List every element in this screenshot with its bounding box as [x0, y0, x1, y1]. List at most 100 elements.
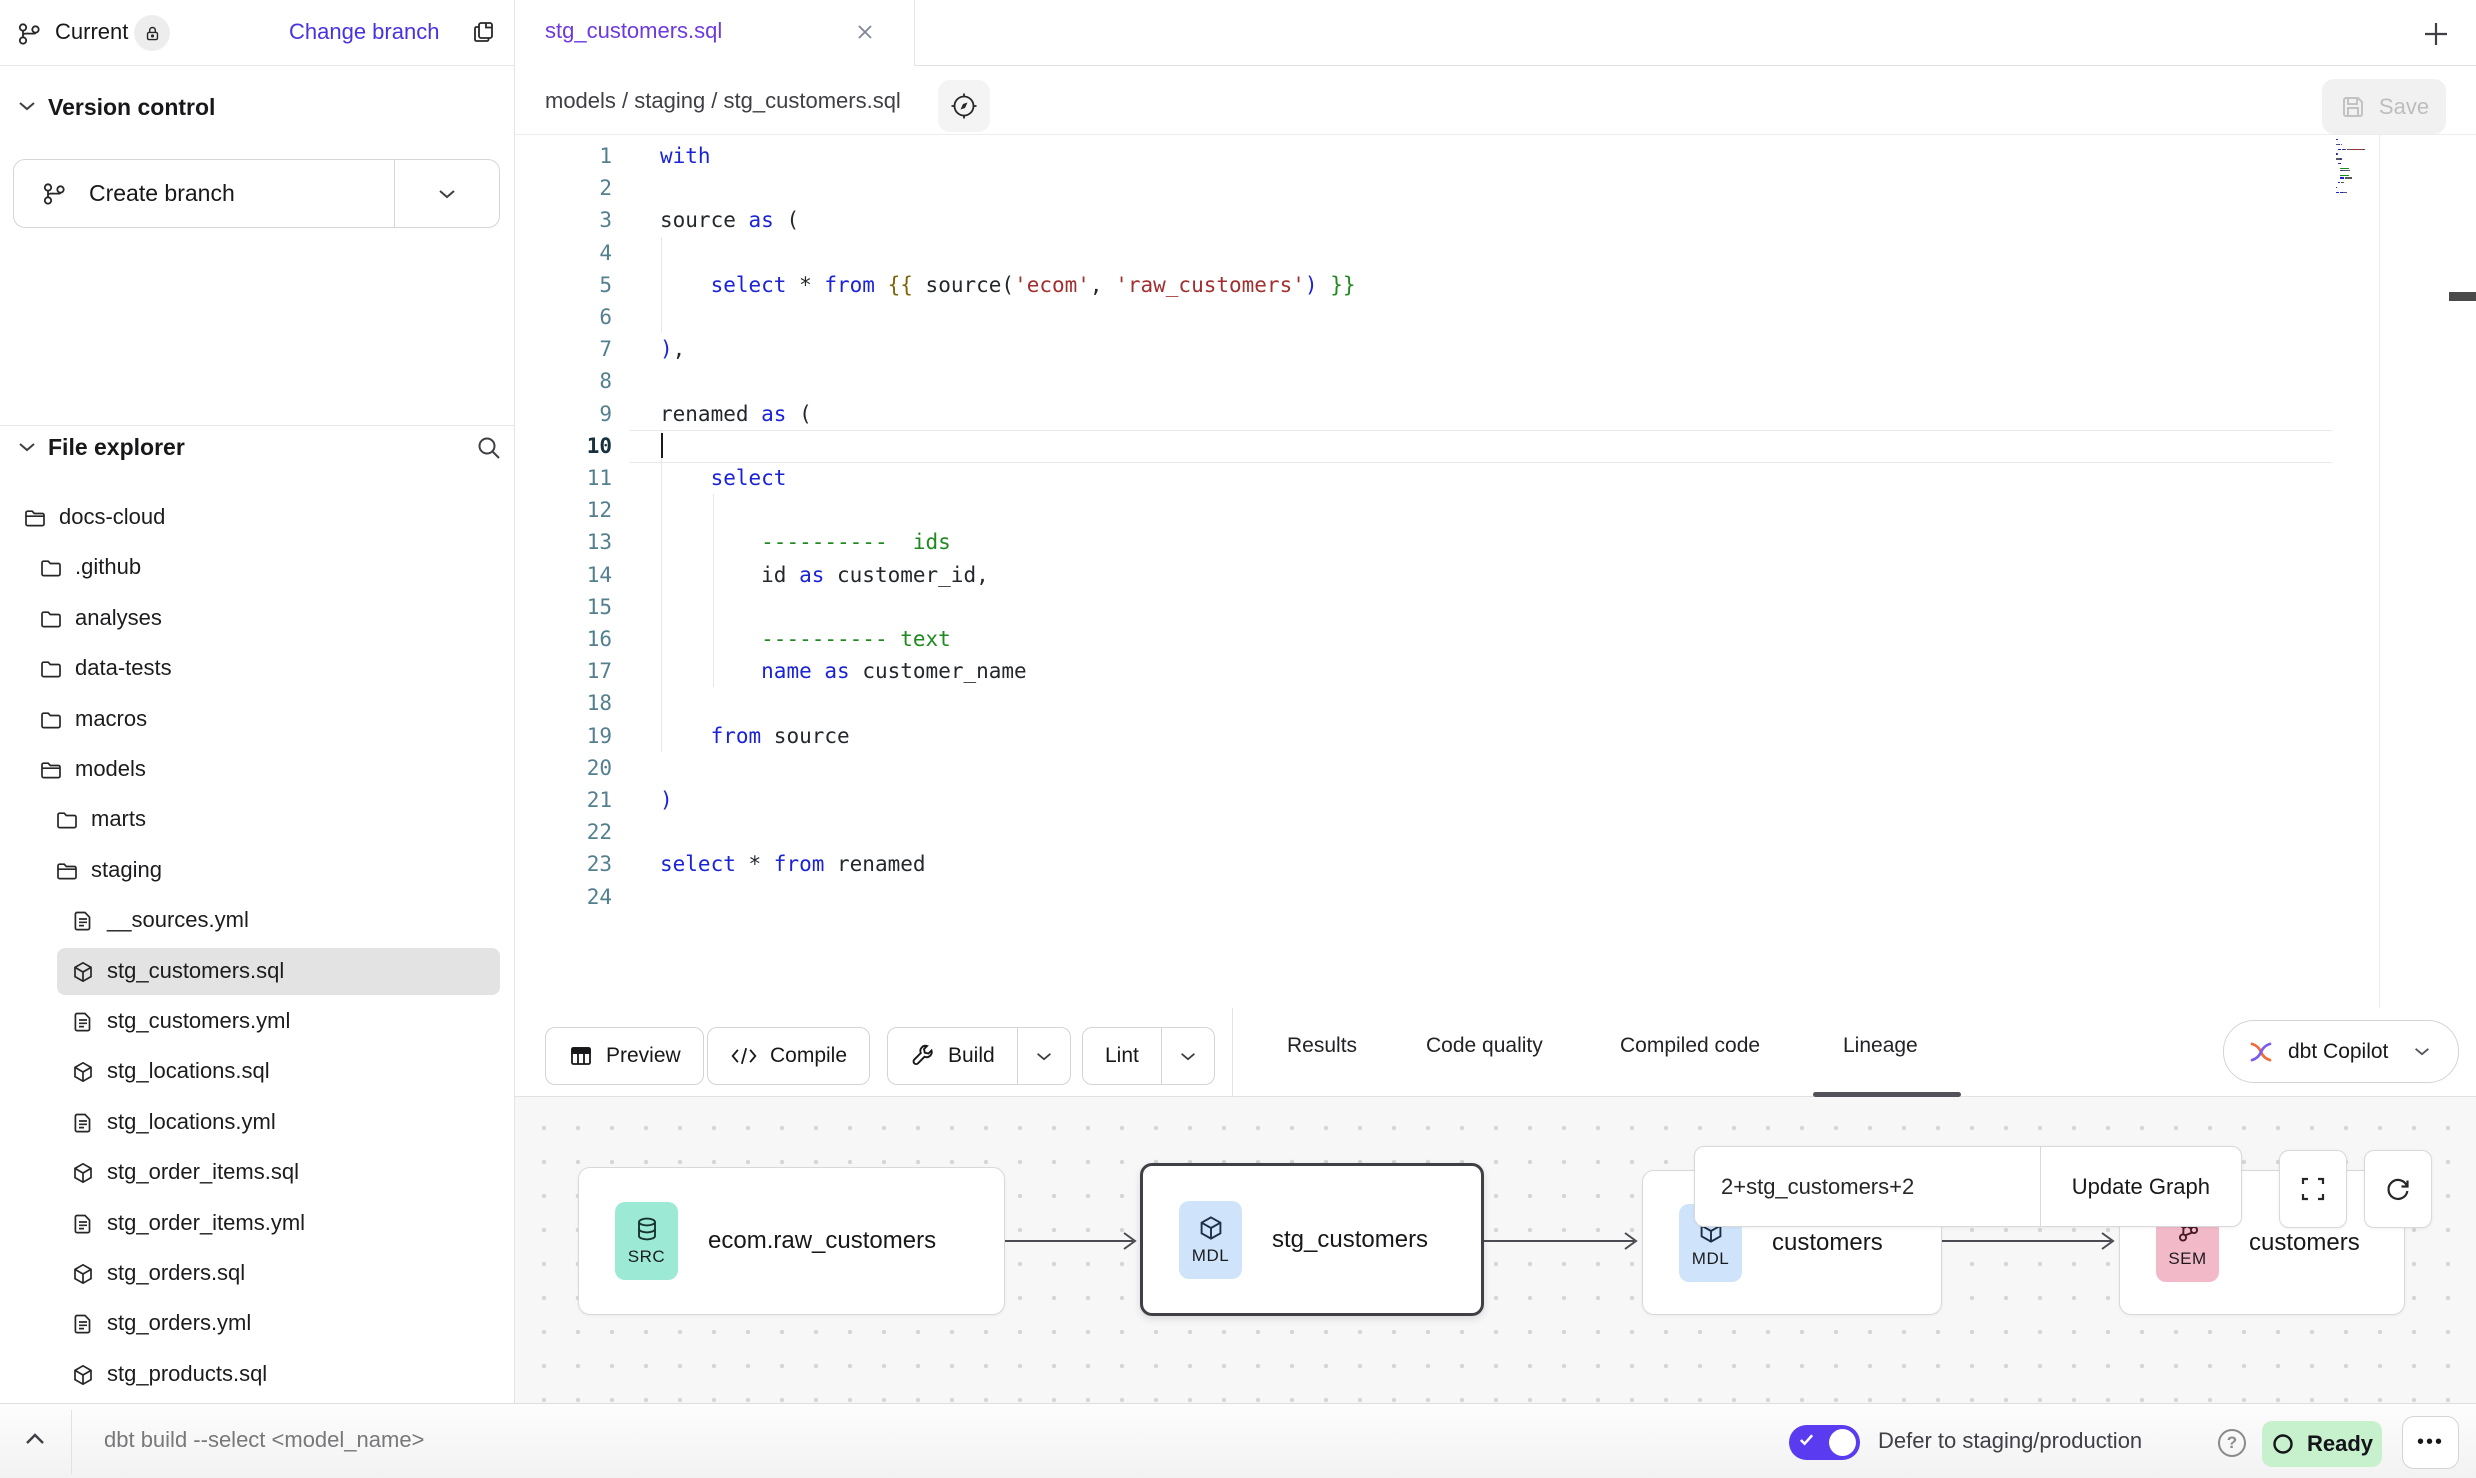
line-number: 12 [515, 494, 612, 526]
current-branch-label: Current [55, 19, 128, 45]
tree-item--github[interactable]: .github [0, 543, 515, 593]
scrollbar-thumb[interactable] [2449, 292, 2476, 301]
tab-stg-customers-sql[interactable]: stg_customers.sql [515, 0, 915, 66]
tree-item-marts[interactable]: marts [0, 795, 515, 845]
new-tab-plus-icon[interactable] [2420, 18, 2452, 50]
code-line[interactable]: with [660, 140, 711, 172]
refresh-icon [2383, 1174, 2413, 1204]
copy-icon[interactable] [470, 18, 498, 46]
tree-item-docs-cloud[interactable]: docs-cloud [0, 493, 515, 543]
line-number: 9 [515, 398, 612, 430]
file-explorer-chevron-icon[interactable] [16, 440, 38, 454]
lineage-canvas[interactable]: SRCecom.raw_customersMDLstg_customersMDL… [515, 1097, 2476, 1403]
chevron-up-icon[interactable] [22, 1430, 48, 1448]
close-icon[interactable] [855, 22, 875, 42]
code-line[interactable]: ), [660, 333, 685, 365]
tree-item-label: analyses [75, 605, 162, 631]
create-branch-button[interactable]: Create branch [13, 159, 500, 228]
tab-compiled-code[interactable]: Compiled code [1620, 1034, 1760, 1058]
code-line[interactable]: source as ( [660, 204, 799, 236]
create-branch-main[interactable]: Create branch [14, 160, 395, 227]
lint-dropdown[interactable] [1161, 1028, 1214, 1084]
tree-item-label: stg_products.sql [107, 1361, 267, 1387]
node-label: stg_customers [1272, 1226, 1428, 1254]
help-icon[interactable]: ? [2218, 1429, 2246, 1457]
code-line[interactable]: id as customer_id, [660, 559, 989, 591]
fullscreen-button[interactable] [2279, 1150, 2347, 1228]
command-input[interactable]: dbt build --select <model_name> [104, 1427, 424, 1453]
tree-item-staging[interactable]: staging [0, 846, 515, 896]
update-graph-button[interactable]: Update Graph [2040, 1147, 2241, 1226]
code-line[interactable]: select * from renamed [660, 848, 926, 880]
tab-results[interactable]: Results [1287, 1034, 1357, 1058]
dbt-ide-app: Current Change branch Version control [0, 0, 2476, 1478]
tree-item-stg-customers-sql[interactable]: stg_customers.sql [0, 947, 515, 997]
tree-item-macros[interactable]: macros [0, 695, 515, 745]
model-icon [71, 1363, 95, 1387]
save-button[interactable]: Save [2322, 79, 2446, 134]
version-control-chevron-icon[interactable] [16, 99, 38, 113]
tree-item-stg-orders-sql[interactable]: stg_orders.sql [0, 1249, 515, 1299]
lineage-selector-input[interactable] [1695, 1147, 2040, 1226]
active-line-border [630, 462, 2332, 463]
lineage-node-stg-customers[interactable]: MDLstg_customers [1140, 1163, 1484, 1316]
tab-lineage[interactable]: Lineage [1843, 1034, 1918, 1058]
status-circle-icon [2271, 1432, 2295, 1456]
build-dropdown[interactable] [1017, 1028, 1070, 1084]
code-line[interactable]: name as customer_name [660, 655, 1027, 687]
change-branch-link[interactable]: Change branch [289, 19, 439, 45]
badge-label: SRC [628, 1247, 665, 1267]
search-icon[interactable] [475, 434, 503, 462]
git-branch-icon [41, 181, 67, 207]
folder-icon [39, 607, 63, 631]
lineage-node-ecom-raw-customers[interactable]: SRCecom.raw_customers [578, 1167, 1005, 1315]
code-line[interactable]: select [660, 462, 786, 494]
code-line[interactable]: ---------- ids [660, 526, 951, 558]
preview-button[interactable]: Preview [545, 1027, 704, 1085]
explore-compass-button[interactable] [938, 80, 990, 132]
build-button[interactable]: Build [888, 1028, 1017, 1084]
code-line[interactable]: renamed as ( [660, 398, 812, 430]
folder-icon [39, 708, 63, 732]
tree-item-stg-order-items-sql[interactable]: stg_order_items.sql [0, 1148, 515, 1198]
tree-item-stg-orders-yml[interactable]: stg_orders.yml [0, 1299, 515, 1349]
ready-status-button[interactable]: Ready [2262, 1421, 2382, 1467]
folder-open-icon [23, 506, 47, 530]
code-line[interactable]: ) [660, 784, 673, 816]
minimap[interactable] [2336, 139, 2382, 196]
dbt-copilot-button[interactable]: dbt Copilot [2223, 1020, 2459, 1083]
code-line[interactable]: ---------- text [660, 623, 951, 655]
file-explorer-title: File explorer [48, 434, 185, 461]
tree-item-stg-locations-sql[interactable]: stg_locations.sql [0, 1047, 515, 1097]
tree-item-data-tests[interactable]: data-tests [0, 644, 515, 694]
tree-item-stg-order-items-yml[interactable]: stg_order_items.yml [0, 1199, 515, 1249]
dbt-copilot-icon [2248, 1039, 2274, 1065]
code-line[interactable]: select * from {{ source('ecom', 'raw_cus… [660, 269, 1355, 301]
build-label: Build [948, 1044, 995, 1068]
code-line[interactable]: from source [660, 720, 850, 752]
compile-label: Compile [770, 1044, 847, 1068]
tree-item--sources-yml[interactable]: __sources.yml [0, 896, 515, 946]
compile-button[interactable]: Compile [707, 1027, 870, 1085]
lint-button[interactable]: Lint [1083, 1028, 1161, 1084]
toolbar-divider [1232, 1008, 1233, 1097]
code-editor[interactable]: 1with23source as (45 select * from {{ so… [515, 135, 2476, 1008]
tree-item-stg-locations-yml[interactable]: stg_locations.yml [0, 1098, 515, 1148]
line-number: 5 [515, 269, 612, 301]
line-number: 8 [515, 365, 612, 397]
text-cursor [661, 433, 663, 458]
tree-item-models[interactable]: models [0, 745, 515, 795]
folder-open-icon [39, 758, 63, 782]
refresh-button[interactable] [2364, 1150, 2432, 1228]
tree-item-analyses[interactable]: analyses [0, 594, 515, 644]
create-branch-dropdown[interactable] [395, 160, 499, 227]
editor-tabbar: stg_customers.sql [515, 0, 2476, 66]
tree-item-stg-customers-yml[interactable]: stg_customers.yml [0, 997, 515, 1047]
lint-label: Lint [1105, 1044, 1139, 1068]
defer-toggle[interactable] [1789, 1425, 1860, 1460]
tab-code-quality[interactable]: Code quality [1426, 1034, 1543, 1058]
more-options-button[interactable]: ••• [2402, 1416, 2459, 1469]
line-number: 3 [515, 204, 612, 236]
tree-item-stg-products-sql[interactable]: stg_products.sql [0, 1350, 515, 1400]
preview-label: Preview [606, 1044, 681, 1068]
